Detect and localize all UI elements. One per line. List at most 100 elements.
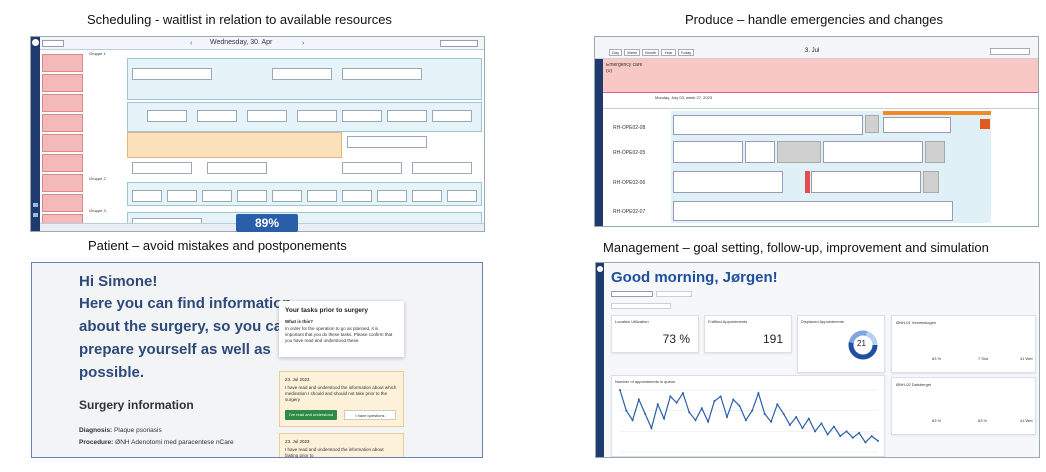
top-toolbar: ‹ Wednesday, 30. Apr › xyxy=(40,37,484,50)
data-point xyxy=(782,412,785,415)
waitlist-card[interactable] xyxy=(42,94,83,112)
next-day-icon[interactable]: › xyxy=(302,40,304,47)
data-point xyxy=(858,431,861,434)
appointment[interactable] xyxy=(297,110,337,122)
produce-screenshot: Day Week Month Year Today 3. Jul Emergen… xyxy=(594,36,1039,227)
location-chip[interactable] xyxy=(656,291,692,297)
appointment[interactable] xyxy=(132,68,212,80)
intro-line: possible. xyxy=(79,364,145,381)
conflict-marker xyxy=(805,171,810,193)
appointment[interactable] xyxy=(167,190,197,202)
nav-sidebar xyxy=(595,37,603,226)
operation-card[interactable] xyxy=(673,115,863,135)
appointment[interactable] xyxy=(447,190,477,202)
cleanup-slot xyxy=(777,141,821,163)
appointment[interactable] xyxy=(147,110,187,122)
tab-year[interactable]: Year xyxy=(661,49,676,56)
appointment[interactable] xyxy=(247,110,287,122)
appointment[interactable] xyxy=(347,136,427,148)
room-label: RH-OPE02-06 xyxy=(613,180,646,186)
alert-icon[interactable] xyxy=(980,119,990,129)
appointment[interactable] xyxy=(412,190,442,202)
kpi-displaced-appointments: Displaced Appointments 21 xyxy=(797,315,885,373)
diagnosis-row: Diagnosis: Plaque psoriasis xyxy=(79,427,162,434)
greeting: Hi Simone! xyxy=(79,273,158,290)
room-label: RH-OPE02-05 xyxy=(613,150,646,156)
appointment[interactable] xyxy=(272,68,332,80)
appointment[interactable] xyxy=(377,190,407,202)
scheduling-screenshot: ‹ Wednesday, 30. Apr › Gruppe 1 Gruppe 2… xyxy=(30,36,485,232)
waitlist-card[interactable] xyxy=(42,114,83,132)
appointment[interactable] xyxy=(342,162,402,174)
waitlist-card[interactable] xyxy=(42,194,83,212)
operation-card[interactable] xyxy=(883,117,951,133)
appointment[interactable] xyxy=(132,190,162,202)
menu-icon[interactable] xyxy=(33,203,38,207)
waitlist-card[interactable] xyxy=(42,54,83,72)
search-input[interactable] xyxy=(440,40,478,47)
appointment[interactable] xyxy=(132,162,192,174)
appointment[interactable] xyxy=(207,162,267,174)
appointment[interactable] xyxy=(197,110,237,122)
data-point xyxy=(725,416,728,419)
kpi-location-utilization: Location Utilization 73 % xyxy=(611,315,699,353)
operation-card[interactable] xyxy=(673,201,953,221)
caption-scheduling: Scheduling - waitlist in relation to ava… xyxy=(87,12,392,27)
appointment[interactable] xyxy=(202,190,232,202)
location-card-value: 63 % xyxy=(932,418,942,423)
tab-today[interactable]: Today xyxy=(677,49,695,56)
waitlist-card[interactable] xyxy=(42,74,83,92)
data-point xyxy=(656,403,659,406)
filter-icon[interactable] xyxy=(33,213,38,217)
kpi-title: Location Utilization xyxy=(615,319,649,324)
series-line xyxy=(619,389,879,444)
operation-card[interactable] xyxy=(811,171,921,193)
confirm-button[interactable]: I've read and understood xyxy=(285,410,337,420)
patient-screenshot: Hi Simone! Here you can find information… xyxy=(31,262,483,458)
date-title: 3. Jul xyxy=(805,48,820,54)
appointment[interactable] xyxy=(272,190,302,202)
waitlist-card[interactable] xyxy=(42,174,83,192)
operation-card[interactable] xyxy=(745,141,775,163)
queue-line-chart xyxy=(619,389,879,453)
location-card-value: 7 Slot xyxy=(978,356,989,361)
tab-day[interactable]: Day xyxy=(609,49,623,56)
caption-management: Management – goal setting, follow-up, im… xyxy=(603,240,989,255)
cleanup-slot xyxy=(865,115,879,133)
appointment[interactable] xyxy=(432,110,472,122)
appointment[interactable] xyxy=(412,162,472,174)
appointment[interactable] xyxy=(307,190,337,202)
task-date: 23. Jul 2023 xyxy=(285,377,310,382)
location-chip[interactable] xyxy=(611,291,653,297)
appointment[interactable] xyxy=(342,110,382,122)
appointment[interactable] xyxy=(237,190,267,202)
operation-card[interactable] xyxy=(673,171,783,193)
emergency-lane: Emergency care (0) xyxy=(603,59,1038,93)
appointment[interactable] xyxy=(342,68,422,80)
tasks-description: In order for the operation to go as plan… xyxy=(285,326,393,343)
nav-sidebar xyxy=(31,37,40,231)
view-dropdown[interactable] xyxy=(42,40,64,47)
waitlist-card[interactable] xyxy=(42,154,83,172)
data-point xyxy=(700,407,703,410)
operation-card[interactable] xyxy=(823,141,923,163)
questions-button[interactable]: I have questions xyxy=(344,410,396,420)
appointment[interactable] xyxy=(387,110,427,122)
operation-card[interactable] xyxy=(673,141,743,163)
prev-day-icon[interactable]: ‹ xyxy=(190,40,192,47)
appointment[interactable] xyxy=(342,190,372,202)
period-select[interactable] xyxy=(611,303,671,309)
tab-month[interactable]: Month xyxy=(642,49,660,56)
procedure-row: Procedure: ØNH Adenotomi med paracentese… xyxy=(79,439,234,446)
data-point xyxy=(820,422,823,425)
waitlist-card[interactable] xyxy=(42,134,83,152)
tab-week[interactable]: Week xyxy=(624,49,641,56)
chart-title: Number of appointments in queue xyxy=(615,379,676,384)
location-card-value: 41 Wet xyxy=(1020,356,1033,361)
data-point xyxy=(795,416,798,419)
location-card-value: 41 Wet xyxy=(1020,418,1033,423)
what-is-this: What is this? xyxy=(285,319,313,324)
search-input[interactable] xyxy=(990,48,1030,55)
management-screenshot: Good morning, Jørgen! Location Utilizati… xyxy=(595,262,1040,458)
caption-patient: Patient – avoid mistakes and postponemen… xyxy=(88,238,347,253)
